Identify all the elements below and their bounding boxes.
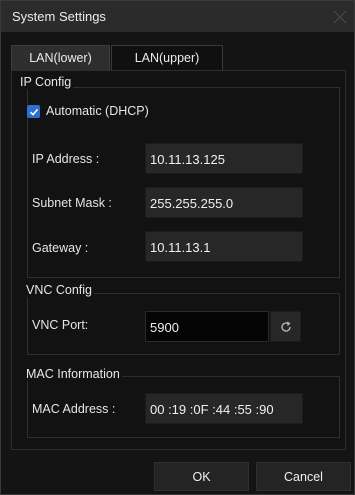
system-settings-dialog: System Settings LAN(lower) LAN(upper) IP… (0, 0, 355, 495)
vnc-port-refresh-button[interactable] (270, 311, 301, 342)
ip-config-title: IP Config (18, 75, 74, 89)
title-bar: System Settings (1, 1, 354, 32)
refresh-icon (280, 320, 291, 332)
close-button[interactable] (330, 7, 350, 27)
mac-address-field: 00 :19 :0F :44 :55 :90 (145, 393, 303, 424)
subnet-mask-label: Subnet Mask : (32, 196, 112, 210)
vnc-port-field[interactable]: 5900 (145, 311, 269, 342)
mac-info-title: MAC Information (24, 367, 122, 381)
mac-address-label: MAC Address : (32, 402, 116, 416)
ok-button[interactable]: OK (154, 462, 249, 491)
dhcp-label: Automatic (DHCP) (46, 104, 149, 118)
tab-lan-upper[interactable]: LAN(upper) (111, 45, 223, 70)
ip-address-label: IP Address : (32, 152, 100, 166)
checkmark-icon (29, 108, 38, 116)
tab-panel: IP Config Automatic (DHCP) IP Address : … (11, 70, 346, 450)
vnc-config-title: VNC Config (24, 283, 94, 297)
tab-lan-lower[interactable]: LAN(lower) (11, 45, 110, 70)
gateway-field[interactable]: 10.11.13.1 (145, 231, 303, 262)
vnc-port-label: VNC Port: (32, 318, 89, 332)
cancel-button[interactable]: Cancel (256, 462, 351, 491)
window-title: System Settings (12, 9, 106, 24)
dhcp-checkbox[interactable] (27, 105, 40, 118)
gateway-label: Gateway : (32, 241, 89, 255)
close-icon (333, 10, 347, 24)
ip-address-field[interactable]: 10.11.13.125 (145, 143, 303, 174)
subnet-mask-field[interactable]: 255.255.255.0 (145, 187, 303, 218)
